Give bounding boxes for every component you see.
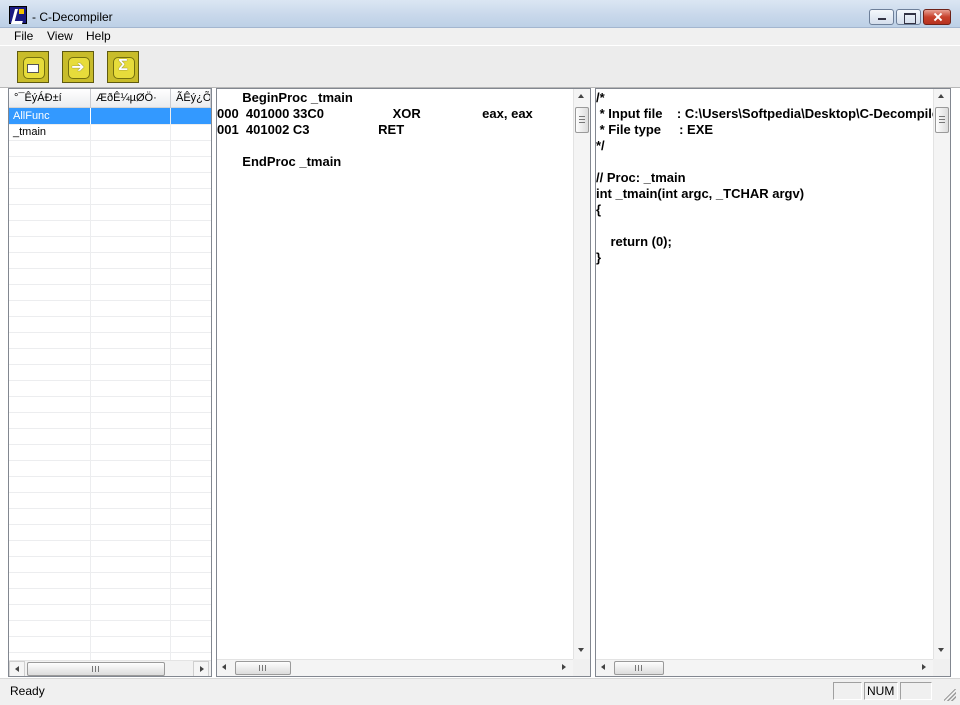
scroll-right-button[interactable] [916,660,932,676]
disassembly-text: BeginProc _tmain 000 401000 33C0 XOR eax… [217,89,572,659]
toolbar: ➔ Σ [0,45,960,88]
scroll-right-button[interactable] [556,660,572,676]
resize-grip-icon[interactable] [944,689,956,701]
list-header: °¯ÊýÁÐ±í ÆðÊ¼µØÖ· ÃÊý¿ÕÊ [9,89,211,108]
scroll-thumb[interactable] [935,107,949,133]
arrow-right-icon [562,664,566,670]
arrow-left-icon [222,664,226,670]
decompile-button[interactable]: ➔ [62,51,94,83]
column-header[interactable]: ÆðÊ¼µØÖ· [91,89,171,108]
menu-view[interactable]: View [47,29,73,43]
scroll-corner [573,659,590,676]
vertical-scrollbar[interactable] [573,89,590,659]
source-line: { [596,202,602,217]
list-item[interactable]: _tmain [9,124,211,140]
scroll-thumb[interactable] [27,662,165,676]
arrow-left-icon [601,664,605,670]
menu-bar: File View Help [0,28,960,45]
scroll-down-button[interactable] [934,642,950,658]
arrow-right-icon: ➔ [71,59,85,76]
source-line: /* [596,90,605,105]
source-line: return (0); [596,234,672,249]
source-line: * File type : EXE [596,122,714,137]
minimize-button[interactable] [869,9,894,25]
arrow-up-icon [938,94,944,98]
scroll-left-button[interactable] [9,661,25,676]
app-icon[interactable] [9,6,27,24]
arrow-up-icon [578,94,584,98]
horizontal-scrollbar[interactable] [596,659,933,676]
scroll-thumb[interactable] [575,107,589,133]
disassembly-pane[interactable]: BeginProc _tmain 000 401000 33C0 XOR eax… [216,88,591,677]
list-item[interactable]: AllFunc [9,108,211,124]
status-bar: Ready NUM [0,678,960,705]
scroll-right-button[interactable] [193,661,209,676]
source-line: // Proc: _tmain [596,170,686,185]
column-header[interactable]: °¯ÊýÁÐ±í [9,89,91,108]
title-bar[interactable]: - C-Decompiler [0,0,960,28]
vertical-scrollbar[interactable] [933,89,950,659]
arrow-down-icon [938,648,944,652]
arrow-right-icon [200,666,204,672]
arrow-right-icon [922,664,926,670]
window-title: - C-Decompiler [32,10,113,24]
source-line: * Input file : C:\Users\Softpedia\Deskto… [596,106,933,121]
open-folder-icon [27,64,39,73]
sigma-document-icon: Σ [118,57,128,74]
column-header[interactable]: ÃÊý¿ÕÊ [171,89,211,108]
open-file-button[interactable] [17,51,49,83]
source-text: /* * Input file : C:\Users\Softpedia\Des… [596,89,933,659]
summary-button[interactable]: Σ [107,51,139,83]
code-line: 000 401000 33C0 XOR eax, eax [217,106,533,121]
arrow-left-icon [15,666,19,672]
scroll-thumb[interactable] [614,661,664,675]
scroll-corner [933,659,950,676]
scroll-down-button[interactable] [574,642,590,658]
source-line: } [596,250,602,265]
maximize-button[interactable] [896,9,921,25]
scroll-up-button[interactable] [934,89,950,105]
scroll-left-button[interactable] [596,660,612,676]
status-text: Ready [10,684,45,698]
status-panel-scroll [900,682,932,700]
code-line: BeginProc _tmain [217,90,353,105]
status-panel-caps [833,682,862,700]
scroll-thumb[interactable] [235,661,291,675]
code-line: 001 401002 C3 RET [217,122,405,137]
menu-file[interactable]: File [14,29,33,43]
status-panel-num: NUM [864,682,898,700]
arrow-down-icon [578,648,584,652]
source-line: int _tmain(int argc, _TCHAR argv) [596,186,805,201]
source-pane[interactable]: /* * Input file : C:\Users\Softpedia\Des… [595,88,951,677]
close-button[interactable] [923,9,951,25]
code-line: EndProc _tmain [217,154,342,169]
horizontal-scrollbar[interactable] [217,659,573,676]
function-list[interactable]: °¯ÊýÁÐ±í ÆðÊ¼µØÖ· ÃÊý¿ÕÊ AllFunc _tmain [8,88,212,677]
scroll-up-button[interactable] [574,89,590,105]
horizontal-scrollbar[interactable] [9,660,211,676]
menu-help[interactable]: Help [86,29,111,43]
scroll-left-button[interactable] [217,660,233,676]
list-body: AllFunc _tmain [9,108,211,660]
source-line: */ [596,138,605,153]
